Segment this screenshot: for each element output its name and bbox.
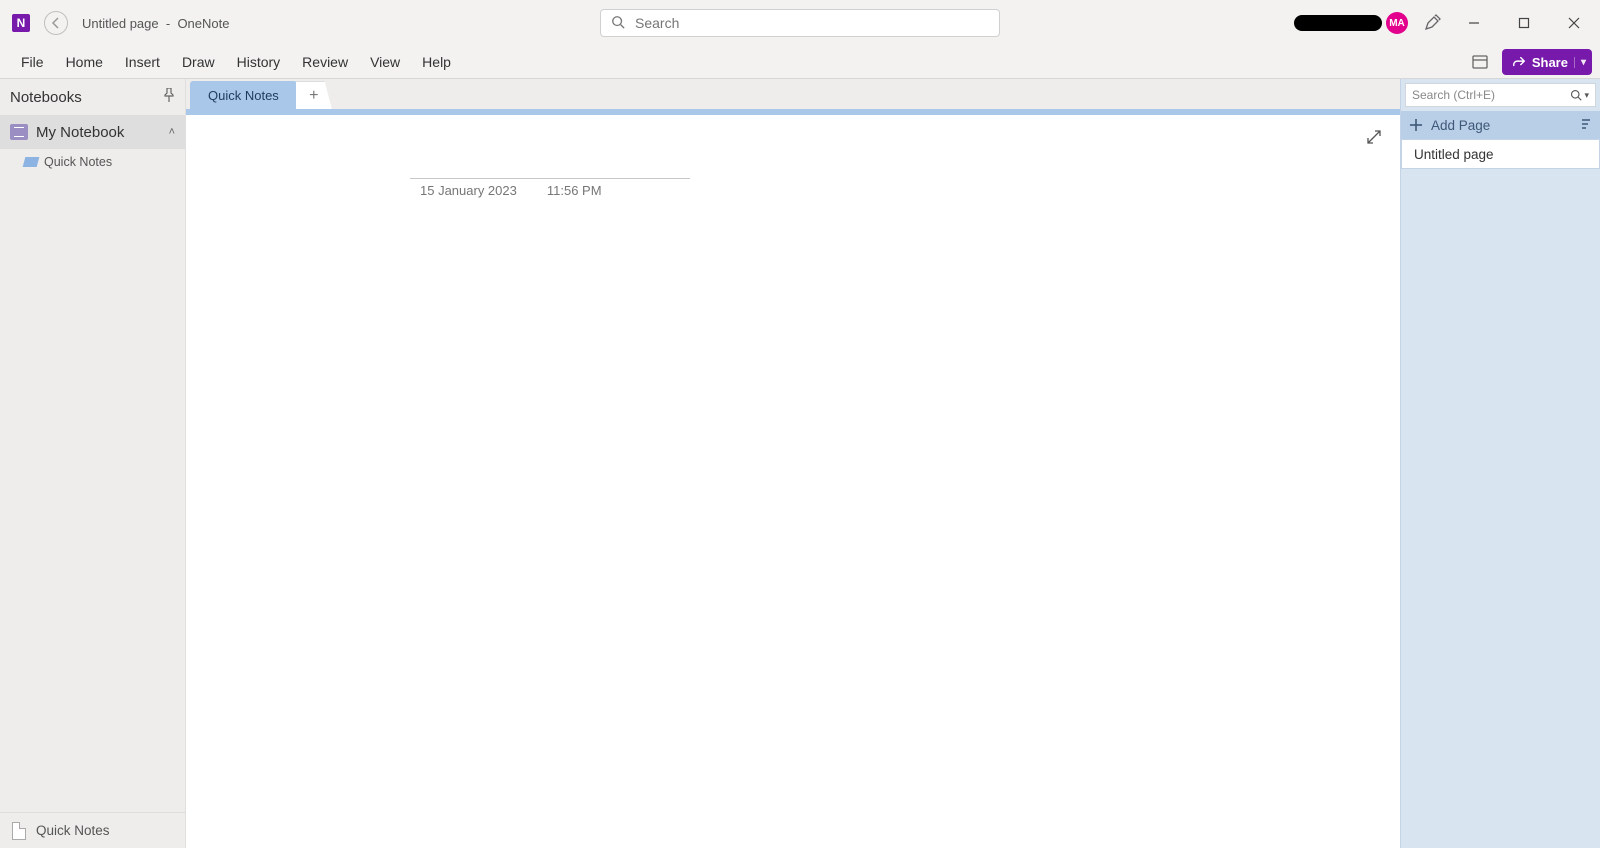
page-icon: [12, 822, 26, 840]
unfiled-label: Quick Notes: [36, 823, 110, 838]
menubar: File Home Insert Draw History Review Vie…: [0, 46, 1600, 79]
titlebar: N Untitled page - OneNote Search MA: [0, 0, 1600, 46]
back-button[interactable]: [44, 11, 68, 35]
menu-view[interactable]: View: [359, 46, 411, 78]
section-row[interactable]: Quick Notes: [0, 149, 185, 175]
chevron-down-icon[interactable]: ▾: [1584, 90, 1589, 101]
pages-search[interactable]: Search (Ctrl+E) ▾: [1405, 83, 1596, 107]
search-icon: [1570, 89, 1582, 101]
minimize-button[interactable]: [1456, 8, 1492, 38]
section-name: Quick Notes: [44, 155, 112, 169]
title-page: Untitled page: [82, 16, 159, 31]
share-label: Share: [1532, 55, 1568, 70]
notebooks-header: Notebooks: [10, 89, 82, 106]
title-app: OneNote: [177, 16, 229, 31]
add-page-label: Add Page: [1431, 118, 1490, 133]
avatar[interactable]: MA: [1386, 12, 1408, 34]
add-section-tab[interactable]: +: [296, 81, 332, 109]
search-placeholder: Search: [635, 15, 679, 31]
menu-home[interactable]: Home: [55, 46, 114, 78]
global-search[interactable]: Search: [600, 9, 1000, 37]
menu-file[interactable]: File: [10, 46, 55, 78]
notebooks-sidebar: Notebooks My Notebook ˄ Quick Notes Quic…: [0, 79, 186, 848]
app-icon: N: [12, 14, 30, 32]
menu-help[interactable]: Help: [411, 46, 462, 78]
note-canvas[interactable]: 15 January 2023 11:56 PM: [186, 115, 1400, 848]
share-button[interactable]: Share ▾: [1502, 49, 1592, 75]
window-title: Untitled page - OneNote: [82, 16, 229, 31]
maximize-button[interactable]: [1506, 8, 1542, 38]
section-icon: [23, 157, 40, 167]
chevron-up-icon[interactable]: ˄: [169, 126, 175, 138]
sort-icon[interactable]: [1580, 118, 1592, 133]
account-name-redacted: [1294, 15, 1382, 31]
close-button[interactable]: [1556, 8, 1592, 38]
coming-soon-icon[interactable]: [1422, 13, 1442, 33]
menu-review[interactable]: Review: [291, 46, 359, 78]
share-icon: [1512, 55, 1526, 69]
menu-draw[interactable]: Draw: [171, 46, 226, 78]
add-page-button[interactable]: Add Page: [1401, 111, 1600, 139]
notebook-row[interactable]: My Notebook ˄: [0, 115, 185, 149]
chevron-down-icon[interactable]: ▾: [1574, 57, 1586, 68]
pin-icon[interactable]: [163, 88, 175, 106]
unfiled-section[interactable]: Quick Notes: [0, 812, 185, 848]
search-icon: [611, 15, 625, 32]
notebook-name: My Notebook: [36, 124, 124, 141]
menu-history[interactable]: History: [226, 46, 292, 78]
pages-search-placeholder: Search (Ctrl+E): [1412, 88, 1495, 102]
page-date: 15 January 2023: [420, 183, 517, 198]
mode-switch-icon[interactable]: [1468, 50, 1492, 74]
tab-quick-notes[interactable]: Quick Notes: [190, 81, 297, 109]
editor-area: Quick Notes + 15 January 2023 11:56 PM: [186, 79, 1400, 848]
menu-insert[interactable]: Insert: [114, 46, 171, 78]
page-time: 11:56 PM: [547, 183, 602, 198]
page-list-item[interactable]: Untitled page: [1401, 139, 1600, 169]
notebook-icon: [10, 124, 28, 140]
pages-sidebar: Search (Ctrl+E) ▾ Add Page Untitled page: [1400, 79, 1600, 848]
expand-icon[interactable]: [1366, 129, 1382, 150]
section-tabstrip: Quick Notes +: [186, 79, 1400, 109]
title-sep: -: [166, 16, 170, 31]
plus-icon: [1409, 118, 1423, 132]
page-title-input[interactable]: [410, 161, 690, 179]
